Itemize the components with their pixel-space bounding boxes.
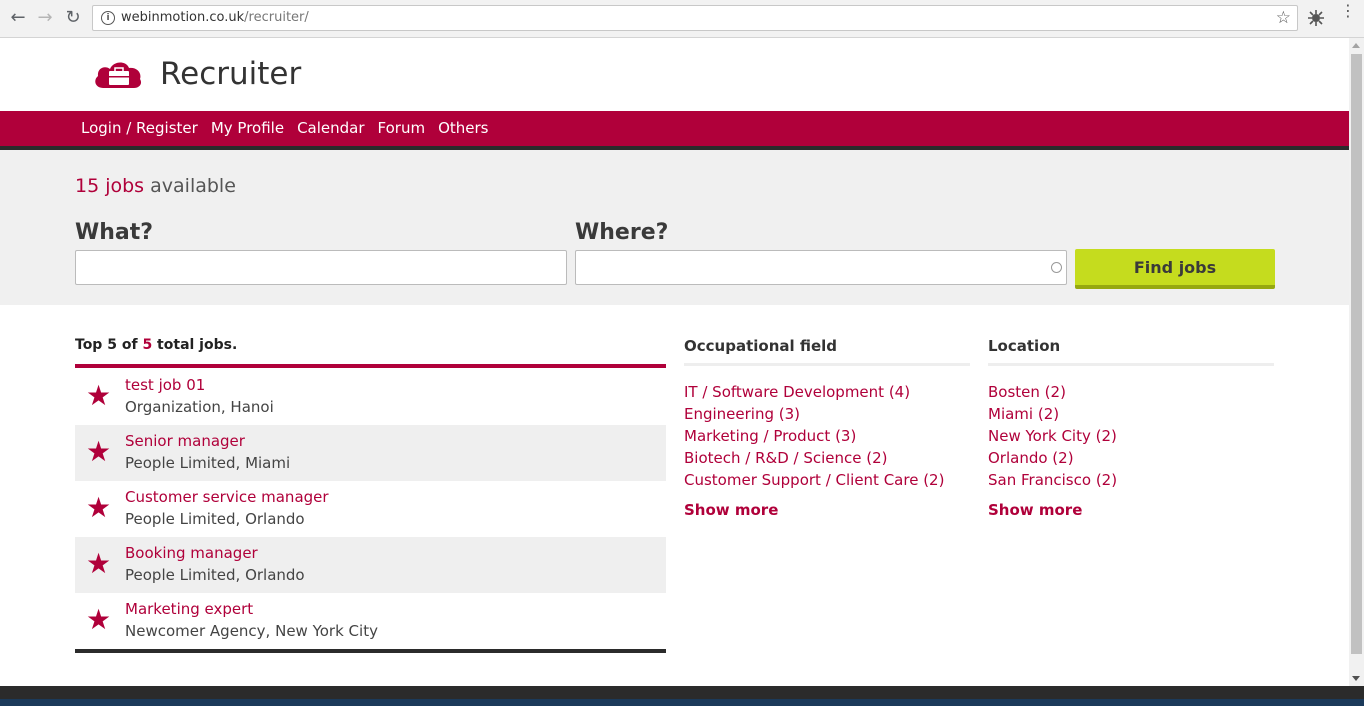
location-link[interactable]: New York City (2)	[988, 425, 1117, 447]
job-list-item[interactable]: ★ Senior manager People Limited, Miami	[75, 425, 666, 481]
job-company-location: People Limited, Orlando	[125, 566, 305, 584]
location-show-more-link[interactable]: Show more	[988, 501, 1082, 519]
browser-toolbar: ← → ↻ i webinmotion.co.uk/recruiter/ ☆ ⋮	[0, 0, 1364, 38]
url-path: /recruiter/	[244, 10, 309, 25]
occupational-field-heading: Occupational field	[684, 337, 838, 355]
main-navbar: Login / Register My Profile Calendar For…	[0, 111, 1349, 150]
scroll-down-icon[interactable]	[1352, 676, 1360, 681]
location-heading: Location	[988, 337, 1061, 355]
jobs-available-text: 15 jobs available	[75, 175, 236, 197]
find-jobs-button[interactable]: Find jobs	[1075, 249, 1275, 289]
occupational-field-link[interactable]: Marketing / Product (3)	[684, 425, 944, 447]
star-icon: ★	[86, 603, 112, 636]
top-n: 5	[107, 337, 117, 353]
top-jobs-heading: Top 5 of 5 total jobs.	[75, 337, 237, 353]
location-list: Bosten (2) Miami (2) New York City (2) O…	[988, 381, 1117, 491]
job-company-location: Organization, Hanoi	[125, 398, 274, 416]
url-domain: webinmotion.co.uk	[121, 10, 245, 25]
job-company-location: Newcomer Agency, New York City	[125, 622, 378, 640]
page-scrollbar[interactable]	[1349, 38, 1364, 686]
job-title[interactable]: Booking manager	[125, 544, 258, 562]
what-input[interactable]	[75, 250, 567, 285]
location-divider	[988, 363, 1274, 366]
nav-forum[interactable]: Forum	[378, 119, 426, 137]
job-list-item[interactable]: ★ test job 01 Organization, Hanoi	[75, 369, 666, 425]
back-icon[interactable]: ←	[8, 8, 28, 28]
location-link[interactable]: San Francisco (2)	[988, 469, 1117, 491]
location-link[interactable]: Miami (2)	[988, 403, 1117, 425]
occupational-field-link[interactable]: Customer Support / Client Care (2)	[684, 469, 944, 491]
job-title[interactable]: Senior manager	[125, 432, 245, 450]
jobs-available-suffix: available	[144, 175, 236, 197]
extension-icon[interactable]	[1307, 9, 1325, 27]
info-icon[interactable]: i	[101, 11, 115, 25]
occupational-field-link[interactable]: Engineering (3)	[684, 403, 944, 425]
heading-mid: of	[116, 337, 143, 353]
occupational-divider	[684, 363, 970, 366]
heading-prefix: Top	[75, 337, 108, 353]
location-icon[interactable]	[1051, 262, 1062, 273]
occupational-field-link[interactable]: IT / Software Development (4)	[684, 381, 944, 403]
bookmark-star-icon[interactable]: ☆	[1276, 8, 1291, 28]
where-input[interactable]	[575, 250, 1067, 285]
occupational-field-link[interactable]: Biotech / R&D / Science (2)	[684, 447, 944, 469]
recruiter-logo-icon[interactable]	[93, 58, 143, 92]
nav-my-profile[interactable]: My Profile	[211, 119, 284, 137]
list-top-border	[75, 364, 666, 368]
star-icon: ★	[86, 491, 112, 524]
occupational-show-more-link[interactable]: Show more	[684, 501, 778, 519]
occupational-field-list: IT / Software Development (4) Engineerin…	[684, 381, 944, 491]
job-list-item[interactable]: ★ Customer service manager People Limite…	[75, 481, 666, 537]
total-jobs: 5	[142, 337, 153, 353]
star-icon: ★	[86, 435, 112, 468]
scroll-thumb[interactable]	[1351, 54, 1362, 654]
nav-login-register[interactable]: Login / Register	[81, 119, 198, 137]
reload-icon[interactable]: ↻	[63, 8, 83, 28]
os-taskbar	[0, 699, 1364, 706]
job-company-location: People Limited, Orlando	[125, 510, 305, 528]
forward-icon[interactable]: →	[35, 8, 55, 28]
job-title[interactable]: test job 01	[125, 376, 205, 394]
nav-others[interactable]: Others	[438, 119, 488, 137]
site-title[interactable]: Recruiter	[160, 56, 301, 92]
job-list-item[interactable]: ★ Marketing expert Newcomer Agency, New …	[75, 593, 666, 649]
search-panel: 15 jobs available What? Where? Find jobs	[0, 150, 1349, 305]
job-list-item[interactable]: ★ Booking manager People Limited, Orland…	[75, 537, 666, 593]
where-label: Where?	[575, 220, 669, 245]
location-link[interactable]: Bosten (2)	[988, 381, 1117, 403]
what-label: What?	[75, 220, 154, 245]
job-company-location: People Limited, Miami	[125, 454, 291, 472]
location-link[interactable]: Orlando (2)	[988, 447, 1117, 469]
nav-calendar[interactable]: Calendar	[297, 119, 364, 137]
url-text: webinmotion.co.uk/recruiter/	[121, 10, 309, 25]
star-icon: ★	[86, 379, 112, 412]
list-bottom-border	[75, 649, 666, 653]
job-title[interactable]: Marketing expert	[125, 600, 253, 618]
scroll-up-icon[interactable]	[1352, 43, 1360, 48]
browser-menu-icon[interactable]: ⋮	[1340, 3, 1356, 19]
heading-suffix: total jobs.	[152, 337, 238, 353]
address-bar[interactable]: i webinmotion.co.uk/recruiter/ ☆	[92, 5, 1298, 31]
job-title[interactable]: Customer service manager	[125, 488, 329, 506]
star-icon: ★	[86, 547, 112, 580]
jobs-count: 15 jobs	[75, 175, 145, 197]
